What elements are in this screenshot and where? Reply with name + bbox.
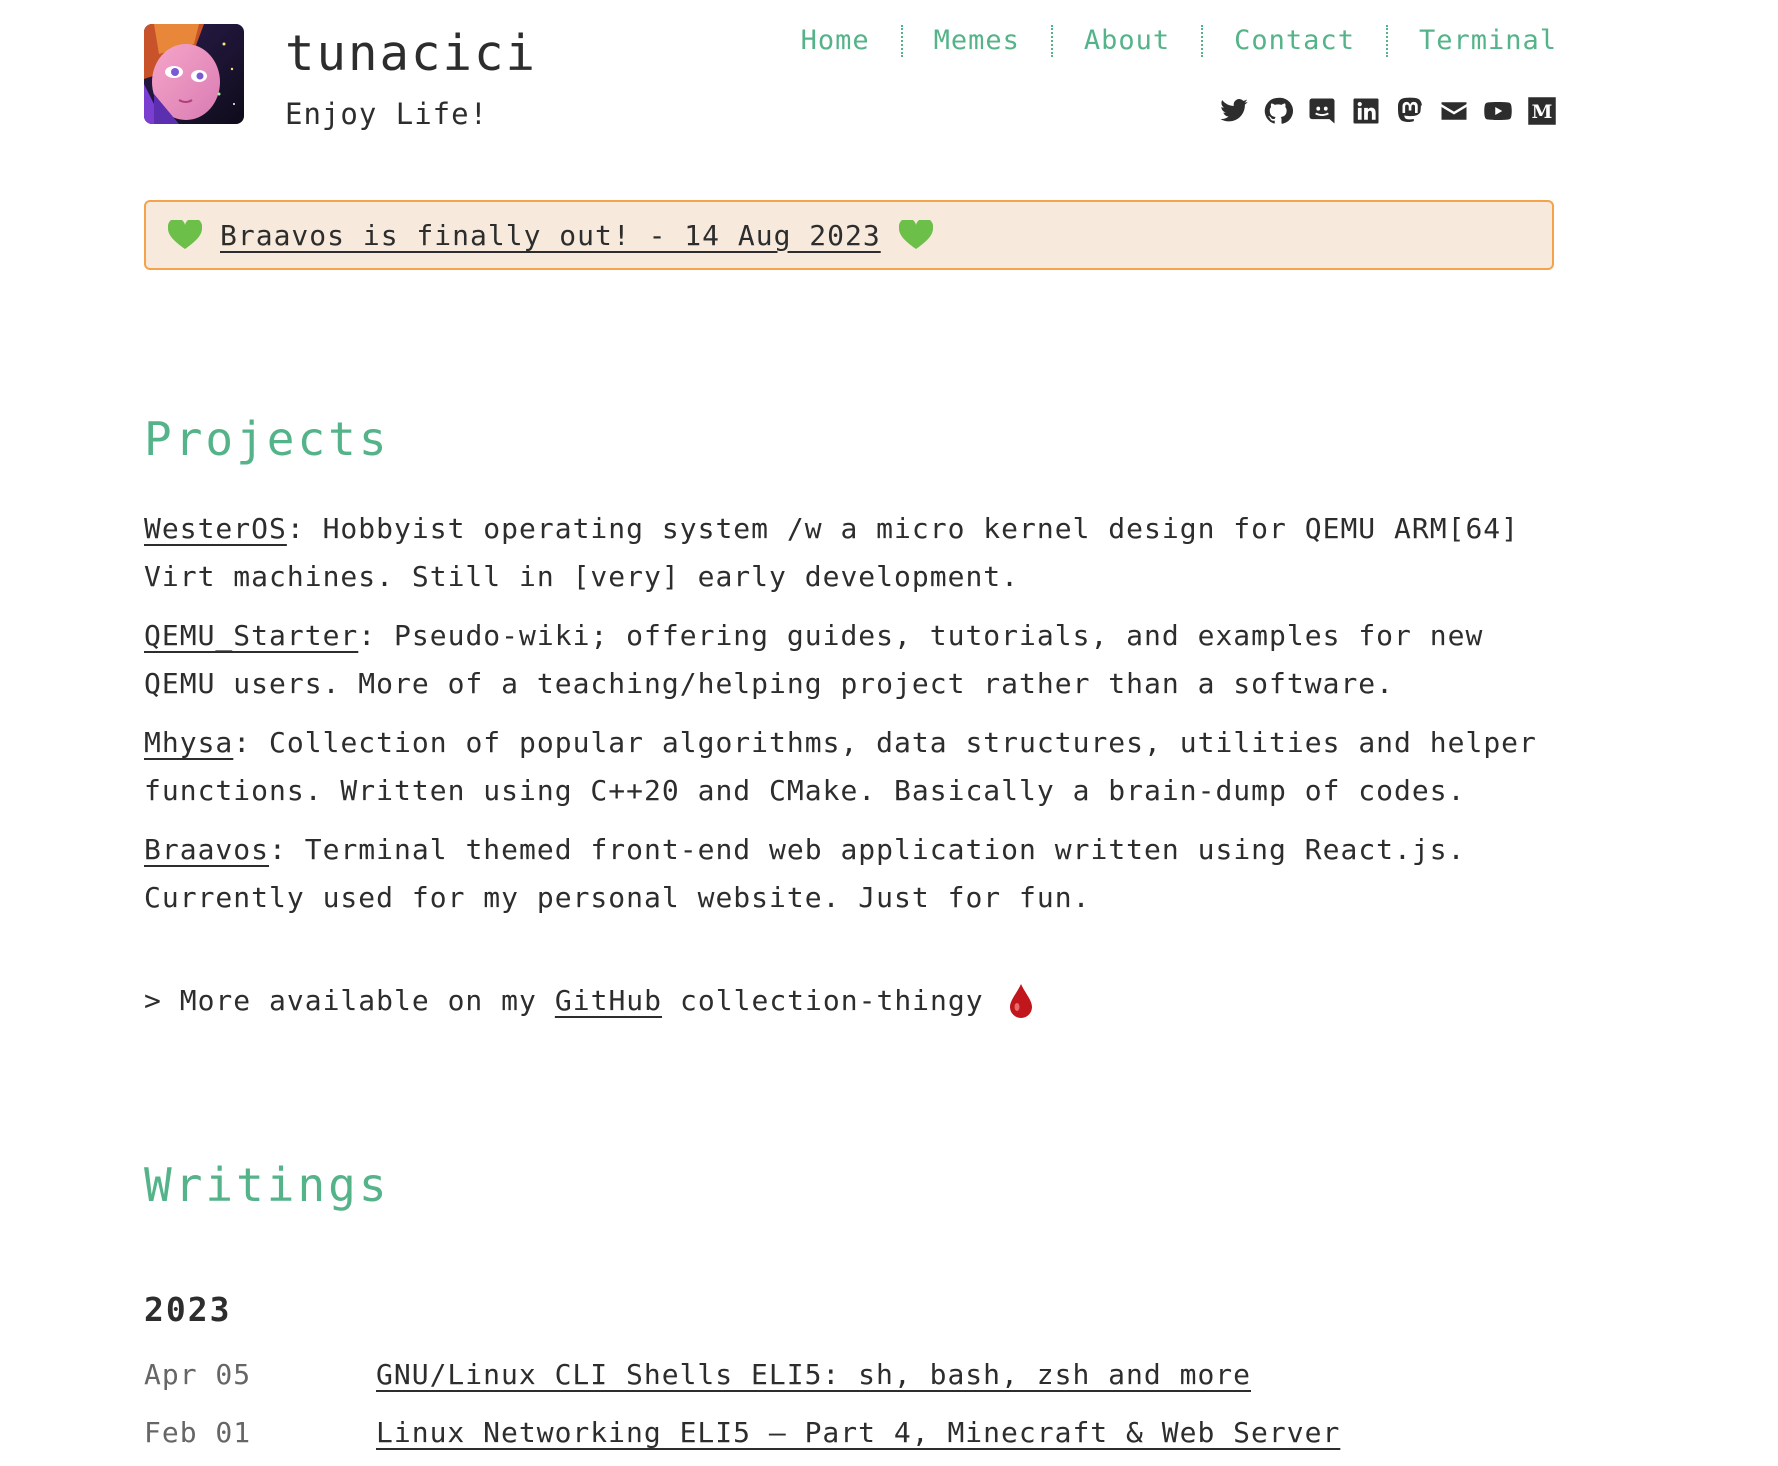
project-item: WesterOS: Hobbyist operating system /w a… (144, 505, 1564, 601)
email-icon[interactable] (1439, 96, 1469, 126)
github-link[interactable]: GitHub (555, 978, 662, 1024)
site-tagline: Enjoy Life! (285, 97, 489, 131)
page: tunacici Enjoy Life! Home Memes About Co… (0, 0, 1778, 1466)
project-link-braavos[interactable]: Braavos (144, 833, 269, 866)
green-heart-icon (167, 218, 203, 250)
project-item: Braavos: Terminal themed front-end web a… (144, 826, 1564, 922)
blood-drop-icon (1008, 983, 1034, 1019)
project-link-westeros[interactable]: WesterOS (144, 512, 287, 545)
green-heart-icon (898, 218, 933, 250)
post-link[interactable]: GNU/Linux CLI Shells ELI5: sh, bash, zsh… (376, 1358, 1251, 1391)
svg-text:M: M (1532, 101, 1553, 123)
projects-heading: Projects (144, 412, 390, 466)
nav-contact[interactable]: Contact (1203, 22, 1386, 60)
project-link-mhysa[interactable]: Mhysa (144, 726, 233, 759)
project-item: Mhysa: Collection of popular algorithms,… (144, 719, 1564, 815)
post-date: Apr 05 (144, 1358, 252, 1391)
nav-home[interactable]: Home (801, 22, 901, 60)
twitter-icon[interactable] (1219, 96, 1249, 126)
project-description: : Collection of popular algorithms, data… (144, 726, 1537, 807)
nav-memes[interactable]: Memes (903, 22, 1051, 60)
nav-terminal[interactable]: Terminal (1388, 22, 1557, 60)
avatar[interactable] (144, 24, 244, 124)
projects-list: WesterOS: Hobbyist operating system /w a… (144, 505, 1564, 933)
more-projects-line: > More available on my GitHub collection… (144, 978, 1034, 1024)
more-suffix: collection-thingy (680, 984, 984, 1017)
year-heading: 2023 (144, 1290, 232, 1329)
linkedin-icon[interactable] (1351, 96, 1381, 126)
post-link[interactable]: Linux Networking ELI5 — Part 4, Minecraf… (376, 1416, 1340, 1449)
project-link-qemu-starter[interactable]: QEMU_Starter (144, 619, 358, 652)
post-date: Feb 01 (144, 1416, 252, 1449)
project-description: : Hobbyist operating system /w a micro k… (144, 512, 1520, 593)
more-prefix: > More available on my (144, 984, 537, 1017)
social-links: M (1219, 96, 1557, 126)
announcement-banner: Braavos is finally out! - 14 Aug 2023 (144, 200, 1554, 270)
youtube-icon[interactable] (1483, 96, 1513, 126)
post-row: Apr 05 GNU/Linux CLI Shells ELI5: sh, ba… (144, 1358, 1251, 1391)
github-icon[interactable] (1263, 96, 1293, 126)
writings-heading: Writings (144, 1158, 390, 1212)
site-title[interactable]: tunacici (285, 20, 537, 88)
post-row: Feb 01 Linux Networking ELI5 — Part 4, M… (144, 1416, 1340, 1449)
mastodon-icon[interactable] (1395, 96, 1425, 126)
banner-link[interactable]: Braavos is finally out! - 14 Aug 2023 (220, 219, 881, 252)
project-item: QEMU_Starter: Pseudo-wiki; offering guid… (144, 612, 1564, 708)
nav-about[interactable]: About (1053, 22, 1201, 60)
medium-icon[interactable]: M (1527, 96, 1557, 126)
discord-icon[interactable] (1307, 96, 1337, 126)
project-description: : Terminal themed front-end web applicat… (144, 833, 1466, 914)
main-nav: Home Memes About Contact Terminal (801, 22, 1557, 60)
